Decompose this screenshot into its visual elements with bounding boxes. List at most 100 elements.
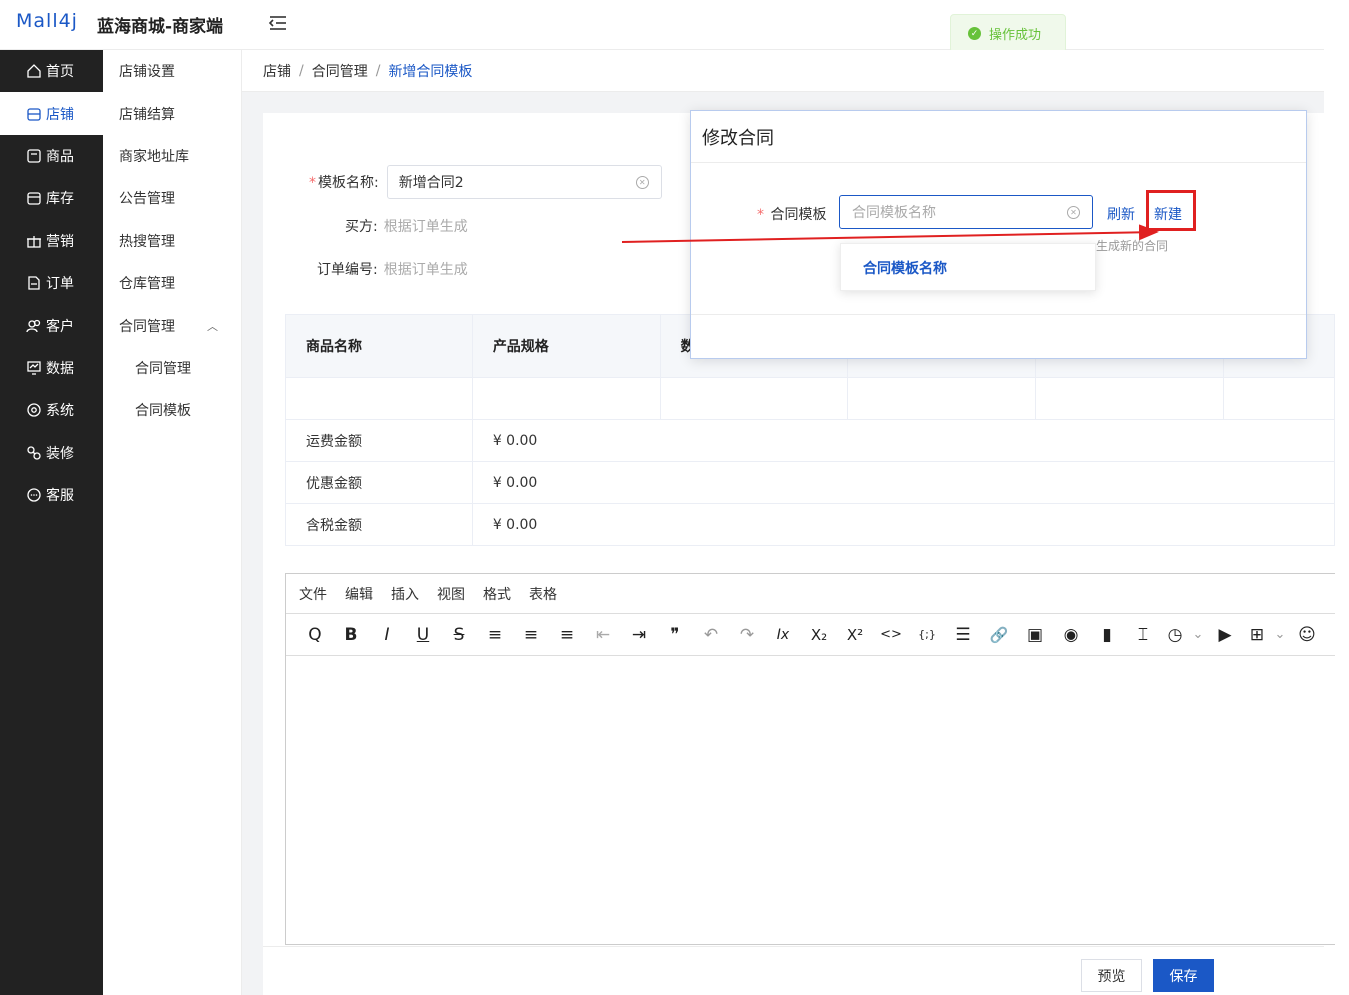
breadcrumb-item[interactable]: 合同管理 xyxy=(312,61,368,81)
subnav-item-announcements[interactable]: 公告管理 xyxy=(103,177,241,219)
preview-button[interactable]: 预览 xyxy=(1081,959,1142,992)
decorate-icon xyxy=(27,446,41,460)
chat-icon xyxy=(27,488,41,502)
subscript-icon[interactable]: X₂ xyxy=(801,620,837,650)
toast-message: 操作成功 xyxy=(989,28,1042,43)
menu-view[interactable]: 视图 xyxy=(437,584,465,604)
subnav-item-shop-settlement[interactable]: 店铺结算 xyxy=(103,92,241,134)
code-block-icon[interactable]: {;} xyxy=(909,620,945,650)
preview-eye-icon[interactable]: ◉ xyxy=(1053,620,1089,650)
subnav-item-contract-template[interactable]: 合同模板 xyxy=(103,389,241,431)
contract-template-select[interactable]: 合同模板名称 ✕ xyxy=(839,195,1093,229)
blockquote-icon[interactable]: ❞ xyxy=(657,620,693,650)
edit-contract-dialog: 修改合同 * 合同模板 合同模板名称 ✕ 刷新 新建 生成新的合同 合同模板名称 xyxy=(690,110,1307,359)
sidebar-item-order[interactable]: 订单 xyxy=(0,262,103,304)
sidebar-item-label: 店铺 xyxy=(46,106,74,123)
table-icon[interactable]: ⊞ xyxy=(1243,620,1271,650)
bookmark-icon[interactable]: ▮ xyxy=(1089,620,1125,650)
media-icon[interactable]: ▶ xyxy=(1207,620,1243,650)
align-center-icon[interactable]: ≡ xyxy=(513,620,549,650)
stock-icon xyxy=(27,192,41,206)
column-header: 商品名称 xyxy=(285,314,473,378)
chevron-down-icon[interactable]: ⌄ xyxy=(1189,620,1207,650)
subnav-item-shop-settings[interactable]: 店铺设置 xyxy=(103,50,241,92)
redo-icon[interactable]: ↷ xyxy=(729,620,765,650)
sidebar-item-customer[interactable]: 客户 xyxy=(0,304,103,346)
home-icon xyxy=(27,64,41,78)
sidebar-item-marketing[interactable]: 营销 xyxy=(0,220,103,262)
save-button[interactable]: 保存 xyxy=(1153,959,1214,992)
underline-icon[interactable]: U xyxy=(405,620,441,650)
subnav-item-address-library[interactable]: 商家地址库 xyxy=(103,135,241,177)
sidebar-item-label: 客户 xyxy=(46,318,74,335)
menu-collapse-icon[interactable] xyxy=(268,13,288,33)
clear-format-icon[interactable]: Ix xyxy=(765,620,801,650)
sidebar-item-system[interactable]: 系统 xyxy=(0,389,103,431)
page-break-icon[interactable]: ⌶ xyxy=(1125,620,1161,650)
align-right-icon[interactable]: ≡ xyxy=(549,620,585,650)
clear-icon[interactable]: ✕ xyxy=(635,176,649,189)
buyer-label: 买方: xyxy=(345,219,378,235)
row-label: 运费金额 xyxy=(285,419,473,462)
subnav-item-hot-search[interactable]: 热搜管理 xyxy=(103,220,241,262)
subnav-item-warehouse[interactable]: 仓库管理 xyxy=(103,262,241,304)
subnav-group-contract[interactable]: 合同管理 ︿ xyxy=(103,304,241,346)
main-sidebar: 首页 店铺 商品 库存 营销 订单 客户 数据 系统 装修 客服 xyxy=(0,50,103,995)
row-value: ¥ 0.00 xyxy=(471,503,1336,546)
sidebar-item-label: 数据 xyxy=(46,360,74,377)
sidebar-item-service[interactable]: 客服 xyxy=(0,474,103,516)
dropdown-option[interactable]: 合同模板名称 xyxy=(841,244,1095,278)
contract-template-label: * 合同模板 xyxy=(757,207,827,223)
row-value: ¥ 0.00 xyxy=(471,461,1336,504)
sidebar-item-decorate[interactable]: 装修 xyxy=(0,432,103,474)
indent-icon[interactable]: ⇥ xyxy=(621,620,657,650)
code-icon[interactable]: <> xyxy=(873,620,909,650)
template-name-input[interactable]: 新增合同2 ✕ xyxy=(386,165,662,199)
link-icon[interactable]: 🔗 xyxy=(981,620,1017,650)
image-icon[interactable]: ▣ xyxy=(1017,620,1053,650)
sidebar-item-stock[interactable]: 库存 xyxy=(0,177,103,219)
refresh-link[interactable]: 刷新 xyxy=(1107,204,1135,224)
menu-format[interactable]: 格式 xyxy=(483,584,511,604)
menu-edit[interactable]: 编辑 xyxy=(345,584,373,604)
breadcrumb-separator: / xyxy=(299,62,304,79)
search-icon[interactable]: Q xyxy=(297,620,333,650)
undo-icon[interactable]: ↶ xyxy=(693,620,729,650)
top-bar: Mall4j 蓝海商城-商家端 ✓ 操作成功 xyxy=(0,0,1324,53)
sidebar-item-label: 订单 xyxy=(46,276,74,293)
rich-text-editor[interactable]: 文件 编辑 插入 视图 格式 表格 Q B I U S ≡ ≡ ≡ ⇤ ⇥ ❞ … xyxy=(285,573,1335,945)
sidebar-item-data[interactable]: 数据 xyxy=(0,347,103,389)
clock-icon[interactable]: ◷ xyxy=(1161,620,1189,650)
menu-table[interactable]: 表格 xyxy=(529,584,557,604)
new-link[interactable]: 新建 xyxy=(1154,204,1182,224)
contract-template-placeholder: 合同模板名称 xyxy=(852,205,936,221)
chevron-down-icon[interactable]: ⌄ xyxy=(1271,620,1289,650)
bold-icon[interactable]: B xyxy=(333,620,369,650)
strikethrough-icon[interactable]: S xyxy=(441,620,477,650)
sidebar-item-home[interactable]: 首页 xyxy=(0,50,103,92)
subnav-item-contract-manage[interactable]: 合同管理 xyxy=(103,347,241,389)
brand-title: 蓝海商城-商家端 xyxy=(97,17,224,37)
template-name-value: 新增合同2 xyxy=(398,175,464,191)
success-toast: ✓ 操作成功 xyxy=(950,14,1066,53)
emoji-icon[interactable]: ☺ xyxy=(1289,620,1325,650)
gift-icon xyxy=(27,235,41,248)
buyer-row: 买方: 根据订单生成 xyxy=(345,216,468,236)
order-no-label: 订单编号: xyxy=(317,262,378,278)
goods-icon xyxy=(27,149,41,163)
template-dropdown: 合同模板名称 xyxy=(840,243,1096,291)
outdent-icon[interactable]: ⇤ xyxy=(585,620,621,650)
menu-file[interactable]: 文件 xyxy=(299,584,327,604)
superscript-icon[interactable]: X² xyxy=(837,620,873,650)
align-left-icon[interactable]: ≡ xyxy=(477,620,513,650)
shop-icon xyxy=(27,107,41,121)
clear-icon[interactable]: ✕ xyxy=(1067,206,1080,219)
column-header: 产品规格 xyxy=(471,314,661,378)
sidebar-item-shop[interactable]: 店铺 xyxy=(0,92,103,135)
breadcrumb-item[interactable]: 店铺 xyxy=(263,61,291,81)
italic-icon[interactable]: I xyxy=(369,620,405,650)
list-icon[interactable]: ☰ xyxy=(945,620,981,650)
chevron-up-icon: ︿ xyxy=(207,320,218,334)
menu-insert[interactable]: 插入 xyxy=(391,584,419,604)
sidebar-item-goods[interactable]: 商品 xyxy=(0,135,103,177)
